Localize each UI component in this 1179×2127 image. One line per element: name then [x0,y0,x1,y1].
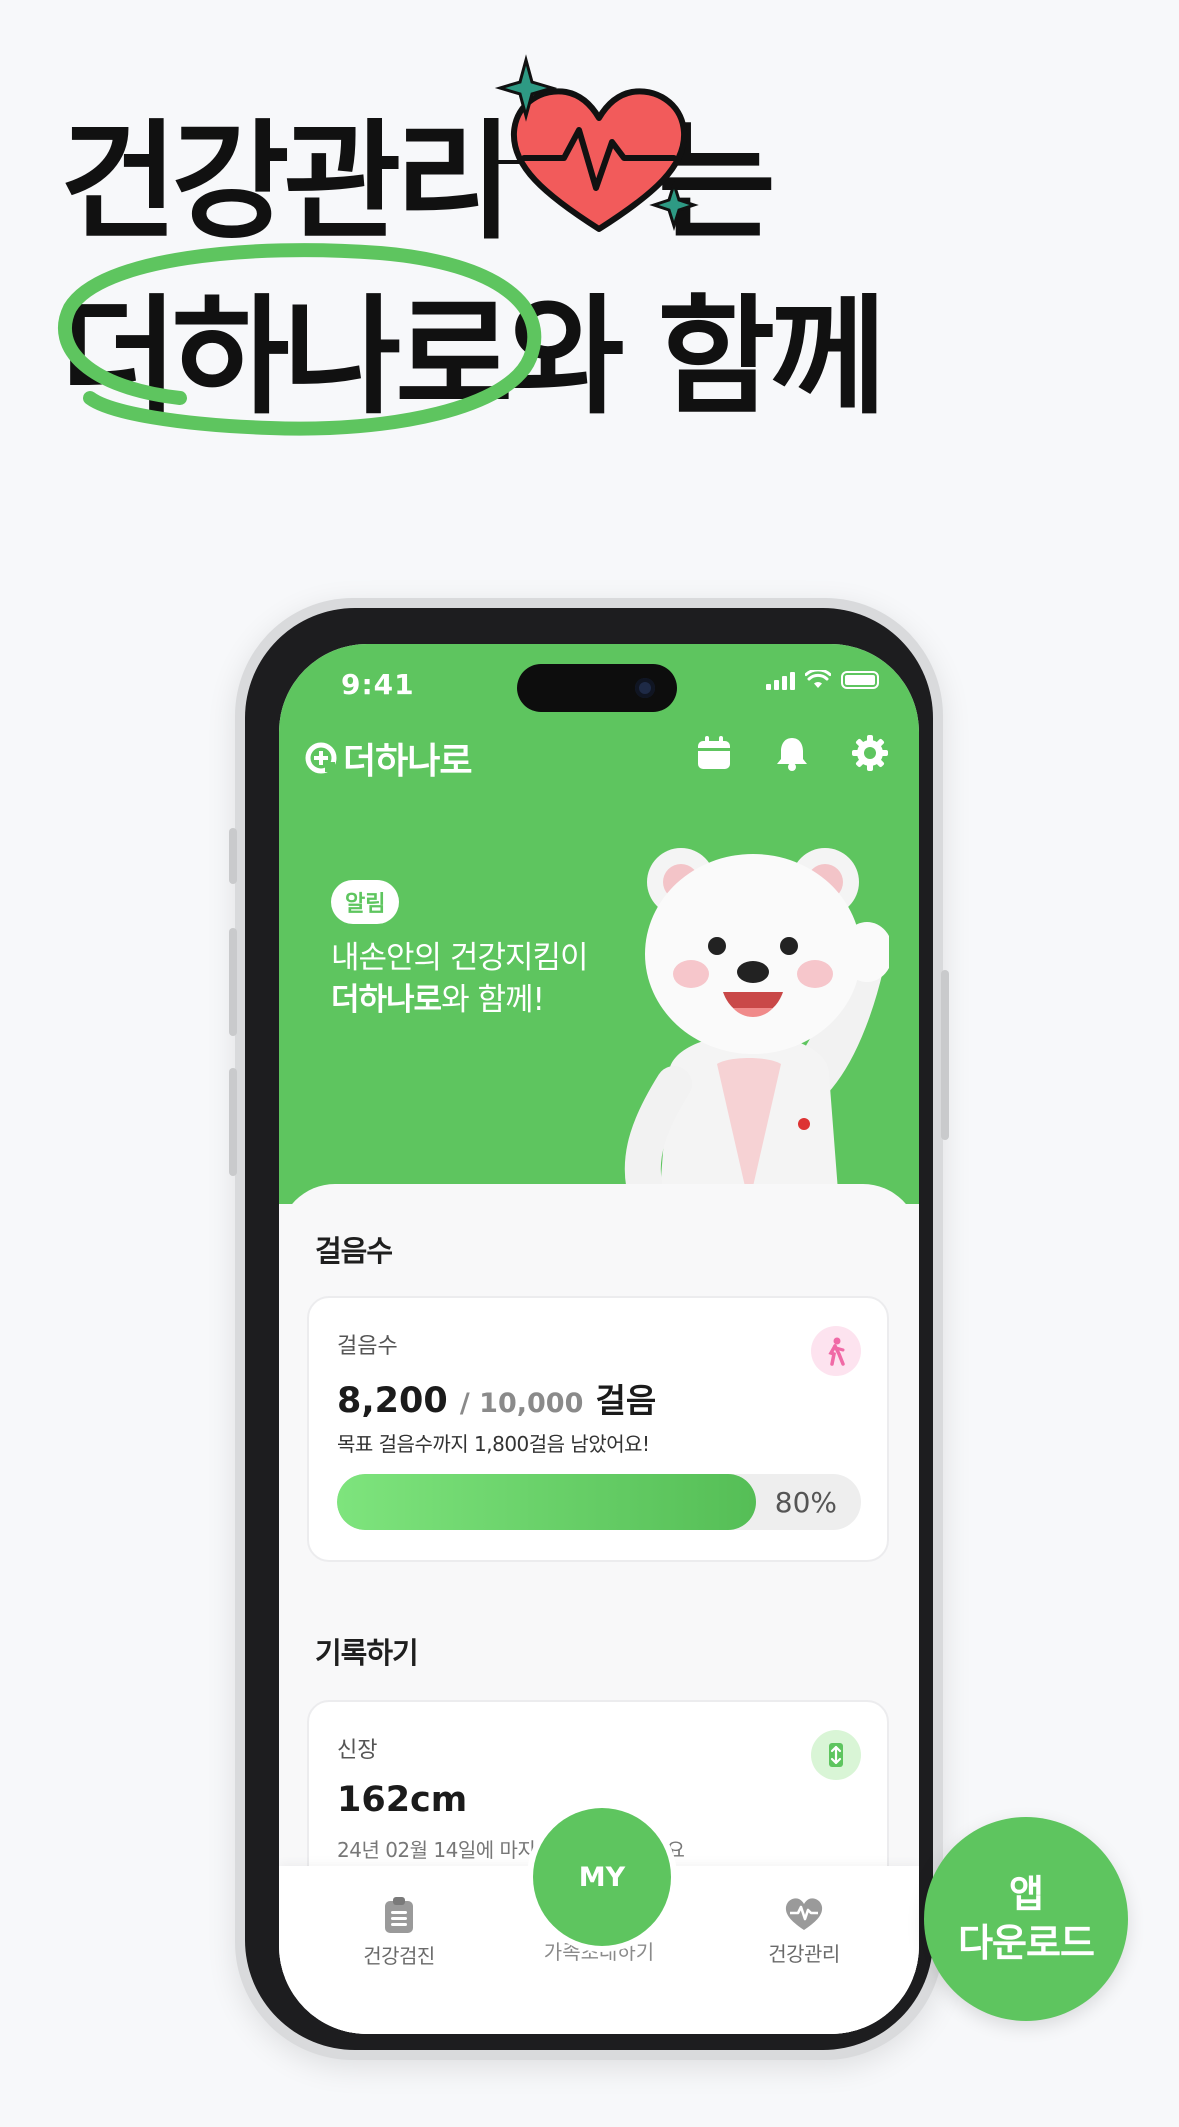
notice-chip: 알림 [331,880,400,924]
walking-icon [811,1326,861,1376]
phone-bezel: 9:41 더하나로 알림 내손안의 건강지킴이 더하나로와 함께! 걸음수 걸음… [245,608,933,2050]
bear-mascot-illustration [624,848,889,1204]
highlight-oval-scribble [58,243,542,436]
app-logo-icon [305,742,337,774]
gear-icon[interactable] [851,734,889,772]
dynamic-island [517,664,677,712]
signal-icon [766,670,795,690]
steps-progress-label: 80% [774,1486,837,1519]
status-icons [766,670,879,690]
records-section-title: 기록하기 [315,1636,419,1670]
steps-remaining-note: 목표 걸음수까지 1,800걸음 남았어요! [337,1432,650,1456]
app-logo-text: 더하나로 [343,741,472,782]
app-logo[interactable]: 더하나로 [305,732,472,784]
hero-rest: 와 함께! [441,982,545,1018]
promo-headline: 건강관리 는 더하나로와 함께 [58,54,1120,436]
battery-icon [841,671,879,689]
steps-card-label: 걸음수 [337,1334,398,1359]
heart-pulse-icon [494,54,704,232]
steps-value: 8,200 / 10,000 걸음 [337,1374,656,1422]
height-value: 162cm [337,1780,468,1820]
hero-text-line-1: 내손안의 건강지킴이 [331,940,589,976]
status-time: 9:41 [341,668,415,701]
height-ruler-icon [811,1730,861,1780]
steps-section-title: 걸음수 [315,1234,393,1268]
steps-current: 8,200 [337,1381,448,1421]
steps-unit: 걸음 [595,1381,657,1420]
wifi-icon [805,670,831,688]
bell-icon[interactable] [773,734,811,772]
height-card-label: 신장 [337,1738,378,1763]
steps-progress-fill [337,1474,757,1530]
app-screen: 9:41 더하나로 알림 내손안의 건강지킴이 더하나로와 함께! 걸음수 걸음… [279,644,919,2034]
camera-icon [635,678,655,698]
app-download-button[interactable]: 앱 다운로드 [924,1817,1128,2021]
phone-silent-switch [229,828,237,884]
my-button-ring: MY [527,1802,677,1952]
hero-text-line-2: 더하나로와 함께! [331,974,545,1019]
phone-mockup: 9:41 더하나로 알림 내손안의 건강지킴이 더하나로와 함께! 걸음수 걸음… [229,598,949,2060]
clipboard-icon [385,1897,413,1933]
steps-goal: / 10,000 [459,1388,584,1419]
phone-power-button [941,970,949,1140]
phone-volume-down [229,1068,237,1176]
my-button[interactable]: MY [533,1808,671,1946]
app-download-line-1: 앱 [1009,1871,1044,1916]
hero-brand: 더하나로 [331,982,442,1018]
steps-progress-bar: 80% [337,1474,861,1530]
heart-pulse-tab-icon [785,1898,823,1930]
tab-health-management[interactable]: 건강관리 [724,1896,884,1967]
header-actions [695,734,889,772]
steps-card[interactable]: 걸음수 8,200 / 10,000 걸음 목표 걸음수까지 1,800걸음 남… [307,1296,889,1562]
app-download-line-2: 다운로드 [958,1921,1095,1965]
calendar-icon[interactable] [695,734,733,772]
tab-health-management-label: 건강관리 [768,1942,840,1966]
phone-volume-up [229,928,237,1036]
